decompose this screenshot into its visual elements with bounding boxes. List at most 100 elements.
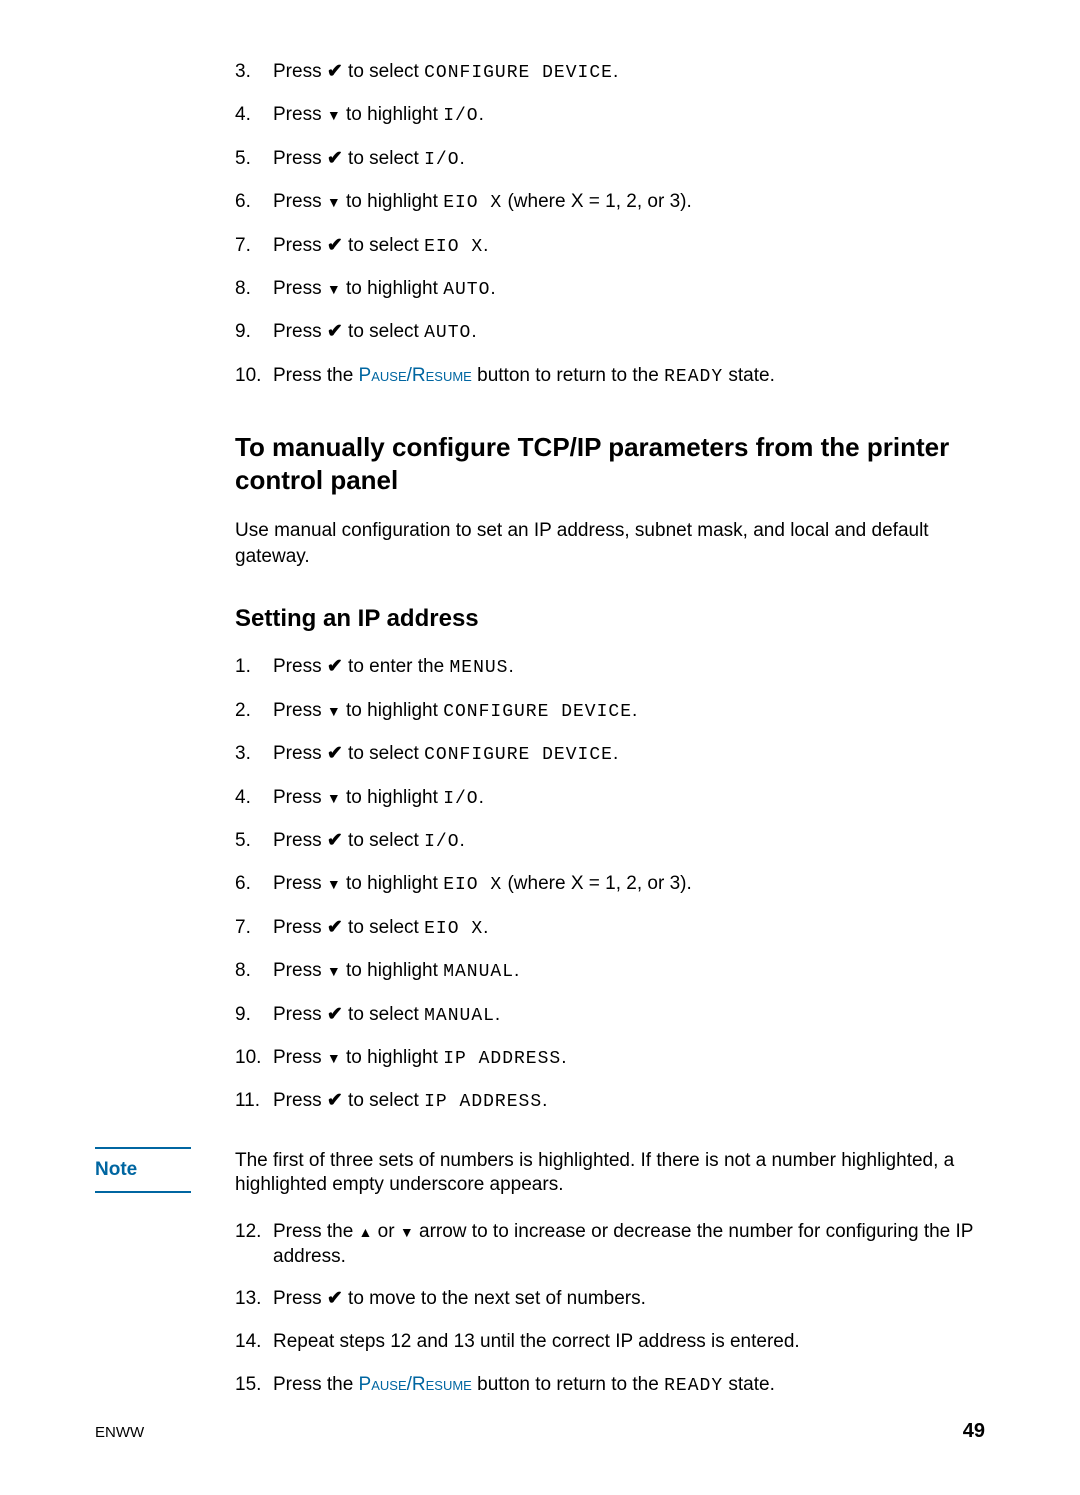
menu-constant: MANUAL [443,962,514,982]
step-number: 13. [235,1287,265,1312]
step-item: 13.Press ✔ to move to the next set of nu… [235,1287,985,1312]
down-arrow-icon: ▼ [327,194,341,210]
main-content: 3.Press ✔ to select CONFIGURE DEVICE.4.P… [235,60,985,1115]
step-number: 8. [235,277,265,302]
check-icon: ✔ [327,656,343,677]
menu-constant: AUTO [443,280,490,300]
step-item: 3.Press ✔ to select CONFIGURE DEVICE. [235,742,985,767]
step-number: 7. [235,234,265,259]
step-number: 4. [235,786,265,811]
menu-constant: AUTO [424,323,471,343]
menu-constant: I/O [443,789,478,809]
button-name: Pause/Resume [359,365,472,386]
step-item: 6.Press ▼ to highlight EIO X (where X = … [235,872,985,897]
menu-constant: EIO X [443,875,502,895]
up-arrow-icon: ▲ [359,1224,373,1240]
menu-constant: I/O [443,106,478,126]
step-number: 3. [235,742,265,767]
main-content-continued: 12.Press the ▲ or ▼ arrow to to increase… [235,1220,985,1398]
button-name: Pause/Resume [359,1374,472,1395]
down-arrow-icon: ▼ [327,876,341,892]
down-arrow-icon: ▼ [327,703,341,719]
menu-constant: READY [664,367,723,387]
step-item: 4.Press ▼ to highlight I/O. [235,786,985,811]
check-icon: ✔ [327,61,343,82]
check-icon: ✔ [327,148,343,169]
check-icon: ✔ [327,1090,343,1111]
step-item: 7.Press ✔ to select EIO X. [235,234,985,259]
check-icon: ✔ [327,830,343,851]
footer-page-number: 49 [963,1420,985,1443]
menu-constant: READY [664,1376,723,1396]
menu-constant: CONFIGURE DEVICE [443,702,632,722]
check-icon: ✔ [327,1004,343,1025]
step-number: 6. [235,872,265,897]
menu-constant: IP ADDRESS [443,1049,561,1069]
check-icon: ✔ [327,743,343,764]
step-number: 10. [235,1046,265,1071]
down-arrow-icon: ▼ [327,963,341,979]
step-number: 5. [235,829,265,854]
step-item: 15.Press the Pause/Resume button to retu… [235,1373,985,1398]
menu-constant: I/O [424,150,459,170]
step-number: 7. [235,916,265,941]
step-number: 6. [235,190,265,215]
steps-list-b: 1.Press ✔ to enter the MENUS. 2.Press ▼ t… [235,655,985,1114]
note-text: The first of three sets of numbers is hi… [235,1147,985,1198]
step-number: 15. [235,1373,265,1398]
step-number: 5. [235,147,265,172]
down-arrow-icon: ▼ [327,1050,341,1066]
step-number: 1. [235,655,265,680]
menu-constant: MANUAL [424,1006,495,1026]
step-number: 14. [235,1330,265,1355]
step-item: 5.Press ✔ to select I/O. [235,147,985,172]
step-item: 6.Press ▼ to highlight EIO X (where X = … [235,190,985,215]
step-item: 10.Press ▼ to highlight IP ADDRESS. [235,1046,985,1071]
menu-constant: MENUS [449,658,508,678]
section-heading: To manually configure TCP/IP parameters … [235,431,985,496]
check-icon: ✔ [327,321,343,342]
footer-left: ENWW [95,1424,144,1441]
note-label: Note [95,1147,191,1193]
step-item: 8.Press ▼ to highlight MANUAL. [235,959,985,984]
step-number: 2. [235,699,265,724]
down-arrow-icon: ▼ [327,281,341,297]
step-item: 14.Repeat steps 12 and 13 until the corr… [235,1330,985,1355]
note-block: Note The first of three sets of numbers … [95,1147,985,1198]
step-number: 8. [235,959,265,984]
menu-constant: CONFIGURE DEVICE [424,745,613,765]
step-item: 5.Press ✔ to select I/O. [235,829,985,854]
down-arrow-icon: ▼ [327,789,341,805]
step-item: 1.Press ✔ to enter the MENUS. [235,655,985,680]
step-number: 10. [235,364,265,389]
step-item: 11.Press ✔ to select IP ADDRESS. [235,1089,985,1114]
step-number: 12. [235,1220,265,1245]
subsection-heading: Setting an IP address [235,605,985,633]
check-icon: ✔ [327,235,343,256]
step-item: 2.Press ▼ to highlight CONFIGURE DEVICE. [235,699,985,724]
step-item: 8.Press ▼ to highlight AUTO. [235,277,985,302]
step-item: 9.Press ✔ to select MANUAL. [235,1003,985,1028]
step-number: 9. [235,1003,265,1028]
step-item: 9.Press ✔ to select AUTO. [235,320,985,345]
step-item: 10.Press the Pause/Resume button to retu… [235,364,985,389]
step-item: 3.Press ✔ to select CONFIGURE DEVICE. [235,60,985,85]
step-number: 11. [235,1089,265,1114]
step-number: 9. [235,320,265,345]
step-item: 12.Press the ▲ or ▼ arrow to to increase… [235,1220,985,1269]
step-item: 7.Press ✔ to select EIO X. [235,916,985,941]
down-arrow-icon: ▼ [327,107,341,123]
section-body: Use manual configuration to set an IP ad… [235,518,985,569]
check-icon: ✔ [327,1288,343,1309]
check-icon: ✔ [327,917,343,938]
menu-constant: EIO X [424,237,483,257]
menu-constant: IP ADDRESS [424,1092,542,1112]
down-arrow-icon: ▼ [400,1224,414,1240]
menu-constant: I/O [424,832,459,852]
steps-list-c: 12.Press the ▲ or ▼ arrow to to increase… [235,1220,985,1398]
step-number: 3. [235,60,265,85]
step-number: 4. [235,103,265,128]
step-item: 4.Press ▼ to highlight I/O. [235,103,985,128]
menu-constant: EIO X [424,919,483,939]
menu-constant: CONFIGURE DEVICE [424,63,613,83]
